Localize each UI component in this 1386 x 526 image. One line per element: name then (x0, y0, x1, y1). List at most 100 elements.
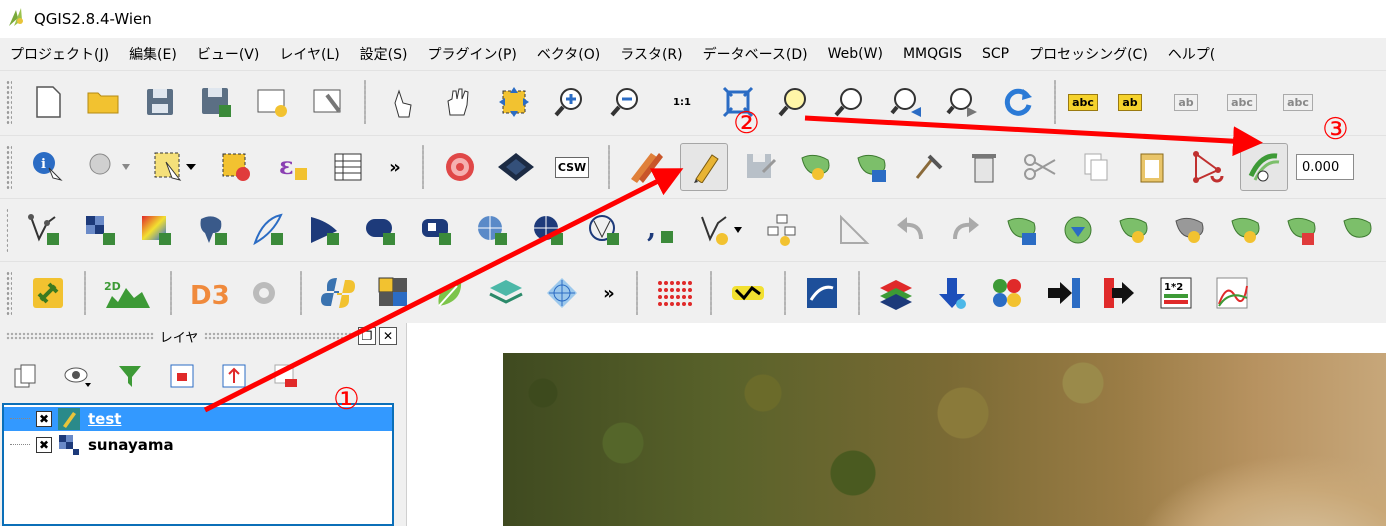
open-project-icon[interactable] (80, 78, 128, 126)
menu-view[interactable]: ビュー(V) (187, 44, 270, 64)
touch-zoom-pan-icon[interactable] (378, 78, 426, 126)
highlight-pinned-labels-icon[interactable]: ab (1106, 78, 1154, 126)
ratio-chart-plugin-icon[interactable]: 1*2 (1152, 269, 1200, 317)
toolbar-grip[interactable] (6, 271, 12, 315)
new-project-icon[interactable] (24, 78, 72, 126)
current-edits-icon[interactable] (622, 143, 672, 191)
pan-to-selection-icon[interactable] (490, 78, 538, 126)
deselect-features-icon[interactable] (212, 143, 260, 191)
add-oracle-layer-icon[interactable] (356, 206, 404, 254)
identify-features-icon[interactable]: i (24, 143, 72, 191)
new-print-composer-icon[interactable] (248, 78, 296, 126)
copy-features-icon[interactable] (1072, 143, 1120, 191)
map-swipe-icon[interactable] (492, 143, 540, 191)
zoom-native-resolution-icon[interactable]: 1:1 (658, 78, 706, 126)
add-db2-layer-icon[interactable] (412, 206, 460, 254)
line-chart-plugin-icon[interactable] (1208, 269, 1256, 317)
menu-processing[interactable]: プロセッシング(C) (1019, 44, 1158, 64)
offset-value-input[interactable]: 0.000 (1296, 154, 1354, 180)
panel-close-button[interactable]: ✕ (379, 327, 397, 345)
menu-scp[interactable]: SCP (972, 46, 1019, 62)
add-wfs-layer-icon[interactable] (580, 206, 628, 254)
download-arrow-plugin-icon[interactable] (928, 269, 976, 317)
rotate-feature-icon[interactable] (998, 206, 1046, 254)
import-arrow-plugin-icon[interactable] (1040, 269, 1088, 317)
delete-part-icon[interactable] (1334, 206, 1382, 254)
run-feature-action-icon[interactable] (80, 143, 138, 191)
zoom-to-layer-icon[interactable] (826, 78, 874, 126)
node-tool-icon[interactable] (904, 143, 952, 191)
panel-grip[interactable] (204, 332, 352, 340)
add-postgis-layer-icon[interactable] (188, 206, 236, 254)
pin-labels-icon[interactable]: ab (1162, 78, 1210, 126)
add-group-icon[interactable] (6, 356, 46, 396)
toolbar-grip[interactable] (6, 145, 12, 189)
colorful-cubes-plugin-icon[interactable] (984, 269, 1032, 317)
add-virtual-layer-icon[interactable] (758, 206, 806, 254)
refresh-icon[interactable] (994, 78, 1042, 126)
menu-edit[interactable]: 編集(E) (119, 44, 187, 64)
fill-ring-icon[interactable] (1222, 206, 1270, 254)
remove-layer-icon[interactable] (266, 356, 306, 396)
composer-manager-icon[interactable] (304, 78, 352, 126)
manage-visibility-icon[interactable] (58, 356, 98, 396)
map-canvas[interactable] (406, 323, 1386, 526)
menu-plugins[interactable]: プラグイン(P) (417, 44, 526, 64)
undo-icon[interactable] (886, 206, 934, 254)
offset-curve-icon[interactable] (1240, 143, 1288, 191)
profile-tool-icon[interactable]: 2D (98, 269, 158, 317)
toolbar-overflow-chevron-2[interactable]: » (594, 269, 624, 317)
menu-project[interactable]: プロジェクト(J) (0, 44, 119, 64)
check-mark-plugin-icon[interactable] (724, 269, 772, 317)
qgis-grid-plugin-icon[interactable] (370, 269, 418, 317)
export-arrow-plugin-icon[interactable] (1096, 269, 1144, 317)
add-feature-icon[interactable] (792, 143, 840, 191)
select-features-icon[interactable] (146, 143, 204, 191)
python-console-icon[interactable] (314, 269, 362, 317)
new-shapefile-layer-icon[interactable] (692, 206, 750, 254)
zoom-next-icon[interactable] (938, 78, 986, 126)
layer-visibility-checkbox[interactable]: ✖ (36, 411, 52, 427)
add-ring-icon[interactable] (1110, 206, 1158, 254)
filter-legend-icon[interactable] (110, 356, 150, 396)
metasearch-icon[interactable] (436, 143, 484, 191)
layer-visibility-checkbox[interactable]: ✖ (36, 437, 52, 453)
collapse-all-icon[interactable] (214, 356, 254, 396)
open-attribute-table-icon[interactable] (324, 143, 372, 191)
panel-grip[interactable] (6, 332, 154, 340)
zoom-to-selection-icon[interactable] (770, 78, 818, 126)
toolbar-grip[interactable] (6, 208, 8, 252)
layers-stack-plugin-icon[interactable] (482, 269, 530, 317)
save-project-icon[interactable] (136, 78, 184, 126)
menu-raster[interactable]: ラスタ(R) (610, 44, 692, 64)
dotted-grid-plugin-icon[interactable] (650, 269, 698, 317)
toolbar-overflow-chevron[interactable]: » (380, 143, 410, 191)
add-vector-layer-icon[interactable] (20, 206, 68, 254)
menu-settings[interactable]: 設定(S) (350, 44, 418, 64)
google-earth-plugin-icon[interactable] (798, 269, 846, 317)
zoom-in-icon[interactable] (546, 78, 594, 126)
zoom-last-icon[interactable] (882, 78, 930, 126)
add-wms-layer-icon[interactable] (468, 206, 516, 254)
delete-selected-icon[interactable] (960, 143, 1008, 191)
digitizing-shape-tool-icon[interactable] (1184, 143, 1232, 191)
expand-all-icon[interactable] (162, 356, 202, 396)
toolbar-grip[interactable] (6, 80, 12, 124)
add-spatialite-layer-icon[interactable] (244, 206, 292, 254)
add-part-icon[interactable] (1166, 206, 1214, 254)
pan-hand-icon[interactable] (434, 78, 482, 126)
select-by-expression-icon[interactable]: ε (268, 143, 316, 191)
add-mssql-layer-icon[interactable] (300, 206, 348, 254)
menu-web[interactable]: Web(W) (818, 46, 893, 62)
add-raster-layer-icon[interactable] (76, 206, 124, 254)
delete-ring-icon[interactable] (1278, 206, 1326, 254)
toggle-editing-icon[interactable] (680, 143, 728, 191)
cut-features-icon[interactable] (1016, 143, 1064, 191)
paste-features-icon[interactable] (1128, 143, 1176, 191)
zoom-out-icon[interactable] (602, 78, 650, 126)
menu-help[interactable]: ヘルプ( (1158, 44, 1225, 64)
menu-database[interactable]: データベース(D) (693, 44, 818, 64)
d3-plugin-icon[interactable]: D3 (184, 269, 232, 317)
add-wcs-layer-icon[interactable] (524, 206, 572, 254)
menu-mmqgis[interactable]: MMQGIS (893, 46, 972, 62)
